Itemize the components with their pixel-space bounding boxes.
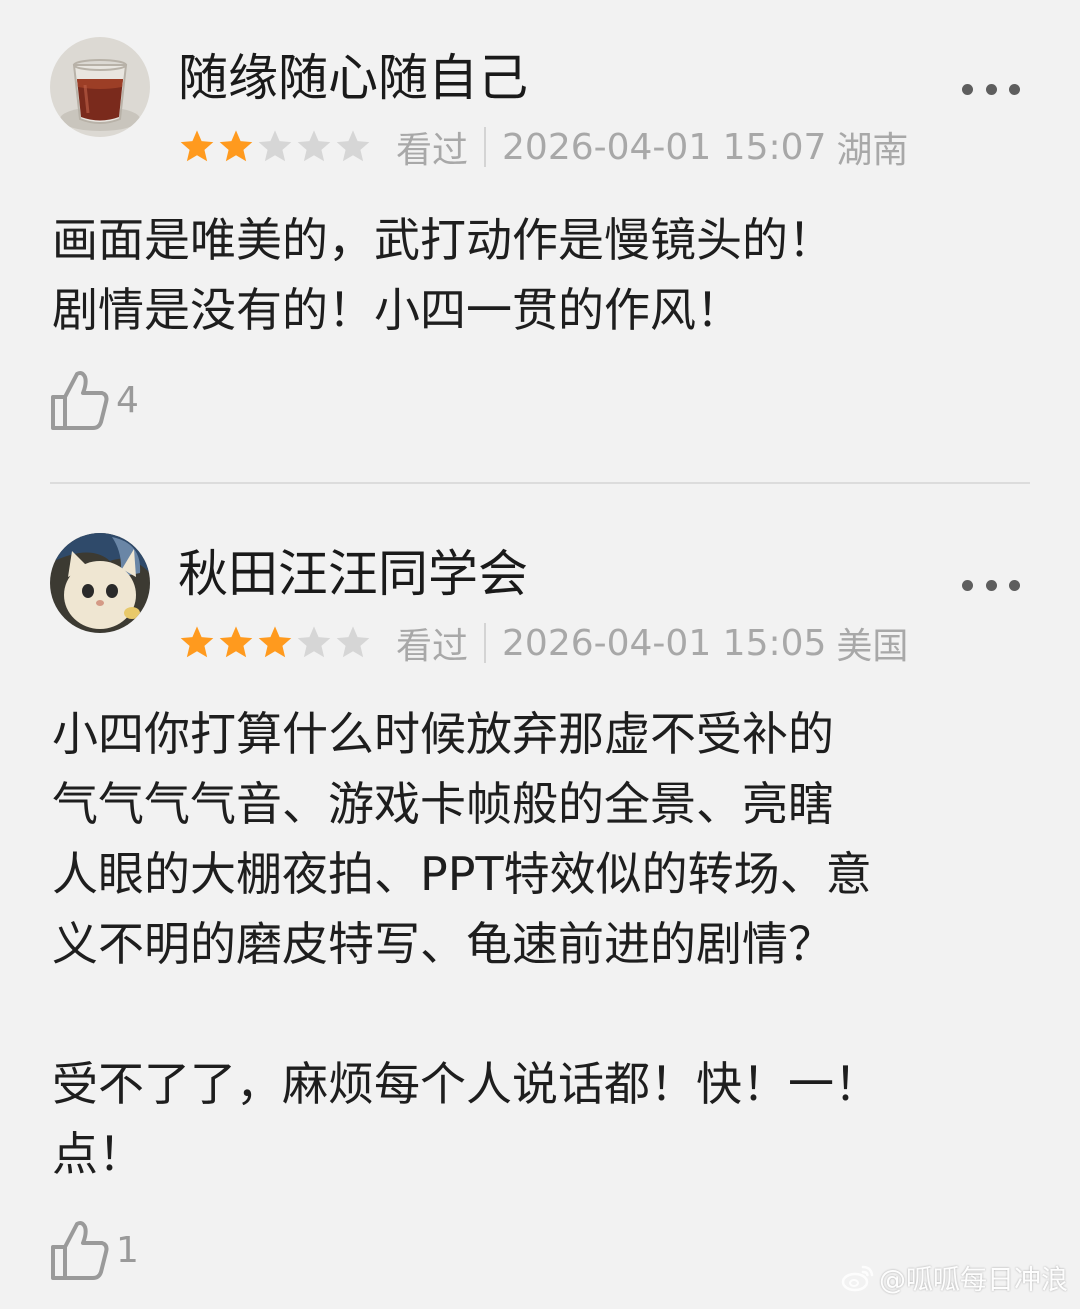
watch-status: 看过: [396, 626, 469, 667]
star-empty-icon: [336, 626, 370, 658]
review-meta: 看过 2026-04-01 15:05 美国: [178, 619, 908, 667]
dot-icon: [962, 579, 973, 591]
star-empty-icon: [336, 130, 370, 162]
star-rating: [178, 624, 374, 662]
review-time: 2026-04-01 15:07: [502, 126, 827, 168]
username[interactable]: 随缘随心随自己: [178, 48, 528, 108]
star-empty-icon: [258, 130, 292, 162]
avatar[interactable]: [50, 533, 150, 633]
thumbs-up-icon: [51, 371, 109, 430]
more-options-button[interactable]: [962, 573, 1020, 597]
dot-icon: [1009, 579, 1020, 591]
review-content: 小四你打算什么时候放弃那虚不受补的 气气气气音、游戏卡帧般的全景、亮瞎 人眼的大…: [52, 707, 880, 1181]
weibo-logo-icon: [841, 1265, 874, 1291]
star-empty-icon: [297, 130, 331, 162]
dot-icon: [985, 83, 997, 95]
dot-icon: [1009, 83, 1020, 95]
star-rating: [178, 128, 374, 166]
review-location: 湖南: [836, 130, 909, 171]
username[interactable]: 秋田汪汪同学会: [178, 544, 528, 604]
review-divider: [50, 482, 1030, 484]
like-count: 4: [116, 379, 139, 421]
star-filled-icon: [219, 130, 253, 162]
watermark-text: @呱呱每日冲浪: [879, 1265, 1068, 1296]
star-filled-icon: [258, 626, 292, 658]
more-options-button[interactable]: [962, 77, 1020, 101]
review-time: 2026-04-01 15:05: [502, 622, 827, 664]
star-empty-icon: [297, 626, 331, 658]
meta-divider: [484, 127, 487, 167]
like-button[interactable]: 1: [50, 1218, 139, 1282]
thumbs-up-icon: [51, 1221, 109, 1280]
dot-icon: [962, 83, 973, 95]
review-content: 画面是唯美的，武打动作是慢镜头的！ 剧情是没有的！小四一贯的作风！: [52, 213, 834, 337]
cat-avatar-icon: [50, 533, 150, 633]
dot-icon: [985, 579, 997, 591]
review-meta: 看过 2026-04-01 15:07 湖南: [178, 123, 908, 171]
like-count: 1: [116, 1229, 139, 1271]
review-location: 美国: [836, 626, 909, 667]
like-button[interactable]: 4: [50, 368, 139, 432]
watermark: @呱呱每日冲浪: [841, 1258, 1068, 1297]
avatar[interactable]: [50, 37, 150, 137]
star-filled-icon: [180, 626, 214, 658]
star-filled-icon: [180, 130, 214, 162]
star-filled-icon: [219, 626, 253, 658]
watch-status: 看过: [396, 130, 469, 171]
tea-glass-avatar-icon: [50, 37, 150, 137]
meta-divider: [484, 623, 487, 663]
